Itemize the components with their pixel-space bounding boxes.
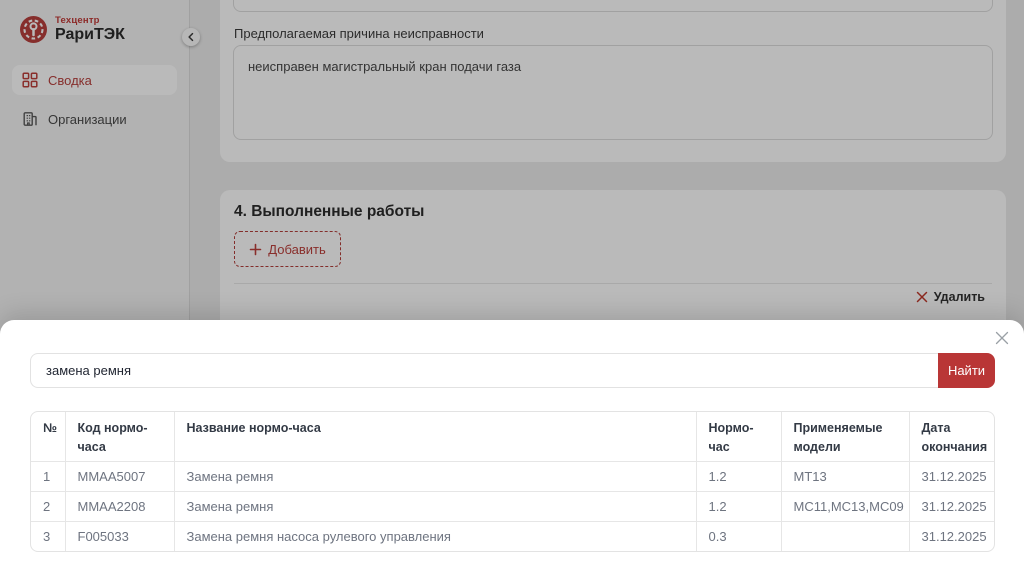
norm-hours-table: № Код нормо-часа Название нормо-часа Нор… — [30, 411, 995, 552]
table-header-row: № Код нормо-часа Название нормо-часа Нор… — [31, 412, 994, 461]
cell-code: F005033 — [65, 521, 174, 551]
table-row[interactable]: 2 MMAA2208 Замена ремня 1.2 MC11,MC13,MC… — [31, 491, 994, 521]
search-bar: Найти — [30, 353, 995, 388]
cell-normhour: 1.2 — [696, 491, 781, 521]
modal-close-button[interactable] — [992, 328, 1012, 348]
table-row[interactable]: 1 MMAA5007 Замена ремня 1.2 MT13 31.12.2… — [31, 461, 994, 491]
col-header-code: Код нормо-часа — [65, 412, 174, 461]
cell-normhour: 1.2 — [696, 461, 781, 491]
cell-number: 3 — [31, 521, 65, 551]
table-row[interactable]: 3 F005033 Замена ремня насоса рулевого у… — [31, 521, 994, 551]
cell-enddate: 31.12.2025 — [909, 461, 994, 491]
col-header-models: Применяемые модели — [781, 412, 909, 461]
cell-enddate: 31.12.2025 — [909, 521, 994, 551]
cell-code: MMAA2208 — [65, 491, 174, 521]
cell-name: Замена ремня — [174, 491, 696, 521]
cell-name: Замена ремня — [174, 461, 696, 491]
search-input[interactable] — [30, 353, 938, 388]
norm-hour-picker-modal: Найти № Код нормо-часа Название нормо-ча… — [0, 320, 1024, 585]
col-header-name: Название нормо-часа — [174, 412, 696, 461]
cell-models: MC11,MC13,MC09 — [781, 491, 909, 521]
cell-name: Замена ремня насоса рулевого управления — [174, 521, 696, 551]
cell-normhour: 0.3 — [696, 521, 781, 551]
close-icon — [994, 330, 1010, 346]
cell-models: MT13 — [781, 461, 909, 491]
col-header-enddate: Дата окончания — [909, 412, 994, 461]
cell-enddate: 31.12.2025 — [909, 491, 994, 521]
cell-models — [781, 521, 909, 551]
col-header-normhour: Нормо-час — [696, 412, 781, 461]
search-button[interactable]: Найти — [938, 353, 995, 388]
cell-number: 2 — [31, 491, 65, 521]
col-header-number: № — [31, 412, 65, 461]
cell-code: MMAA5007 — [65, 461, 174, 491]
cell-number: 1 — [31, 461, 65, 491]
